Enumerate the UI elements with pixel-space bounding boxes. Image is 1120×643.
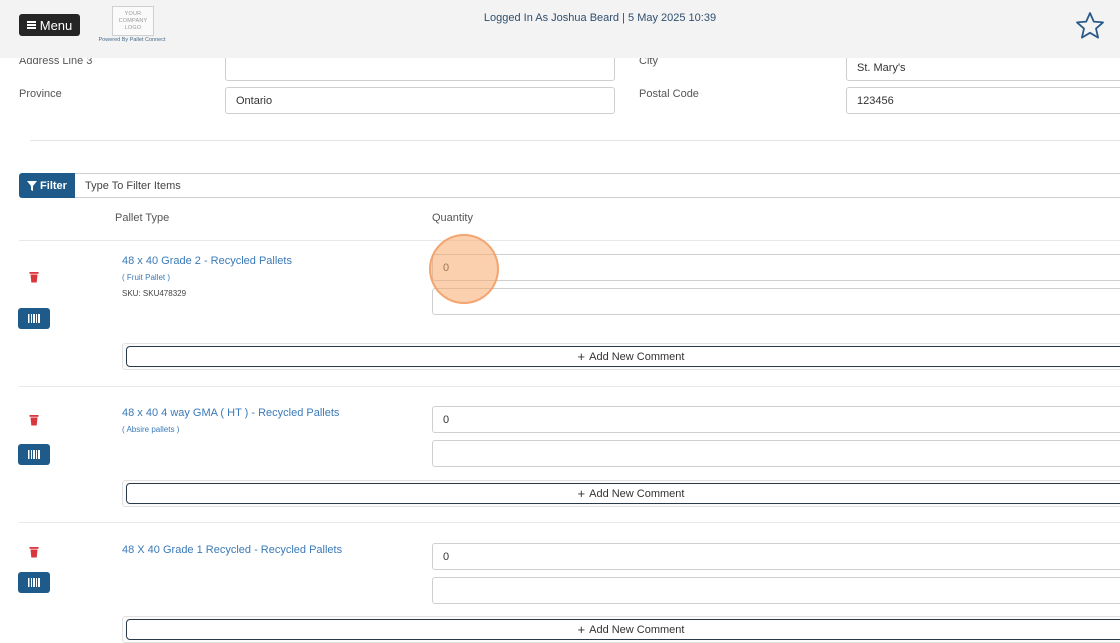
row-divider [19,522,1120,523]
menu-button[interactable]: Menu [19,14,80,36]
filter-button[interactable]: Filter [19,173,75,198]
barcode-button[interactable] [18,572,50,593]
comment-input[interactable] [432,440,1120,467]
company-logo: YOUR COMPANY LOGO [112,6,154,36]
top-header: Menu YOUR COMPANY LOGO Powered By Pallet… [0,0,1120,58]
barcode-icon [28,450,40,459]
item-subtitle: ( Fruit Pallet ) [122,273,171,282]
trash-icon[interactable] [28,546,40,558]
address-line-3-input[interactable] [225,54,615,81]
item-name-link[interactable]: 48 x 40 Grade 2 - Recycled Pallets [122,255,292,267]
quantity-input[interactable] [432,543,1120,570]
section-divider [30,140,1120,141]
funnel-icon [27,180,38,191]
plus-icon: + [577,486,586,501]
add-comment-label: Add New Comment [589,623,685,636]
province-label: Province [19,88,62,100]
add-comment-button[interactable]: + Add New Comment [126,346,1120,367]
row-divider [19,386,1120,387]
filter-input[interactable] [75,173,1120,198]
comment-input[interactable] [432,577,1120,604]
comment-input[interactable] [432,288,1120,315]
quantity-input[interactable] [432,406,1120,433]
add-comment-row: + Add New Comment [122,343,1120,370]
postal-code-label: Postal Code [639,88,699,100]
powered-by-text: Powered By Pallet Connect [98,37,166,43]
add-comment-row: + Add New Comment [122,480,1120,507]
add-comment-row: + Add New Comment [122,616,1120,643]
province-input[interactable] [225,87,615,114]
item-subtitle: ( Absire pallets ) [122,425,180,434]
barcode-button[interactable] [18,444,50,465]
add-comment-button[interactable]: + Add New Comment [126,483,1120,504]
item-sku: SKU: SKU478329 [122,289,187,298]
pallet-type-header: Pallet Type [115,212,170,224]
row-divider [19,240,1120,241]
quantity-input[interactable] [432,254,1120,281]
add-comment-button[interactable]: + Add New Comment [126,619,1120,640]
plus-icon: + [577,349,586,364]
city-input[interactable] [846,54,1120,81]
add-comment-label: Add New Comment [589,350,685,363]
hamburger-icon [26,21,36,29]
item-name-link[interactable]: 48 x 40 4 way GMA ( HT ) - Recycled Pall… [122,407,339,419]
quantity-header: Quantity [432,212,473,224]
barcode-icon [28,314,40,323]
barcode-icon [28,578,40,587]
item-name-link[interactable]: 48 X 40 Grade 1 Recycled - Recycled Pall… [122,544,342,556]
trash-icon[interactable] [28,271,40,283]
star-icon[interactable] [1074,10,1106,42]
postal-code-input[interactable] [846,87,1120,114]
filter-button-label: Filter [40,179,67,192]
login-status: Logged In As Joshua Beard | 5 May 2025 1… [483,12,717,24]
trash-icon[interactable] [28,414,40,426]
menu-button-label: Menu [39,17,73,33]
barcode-button[interactable] [18,308,50,329]
add-comment-label: Add New Comment [589,487,685,500]
